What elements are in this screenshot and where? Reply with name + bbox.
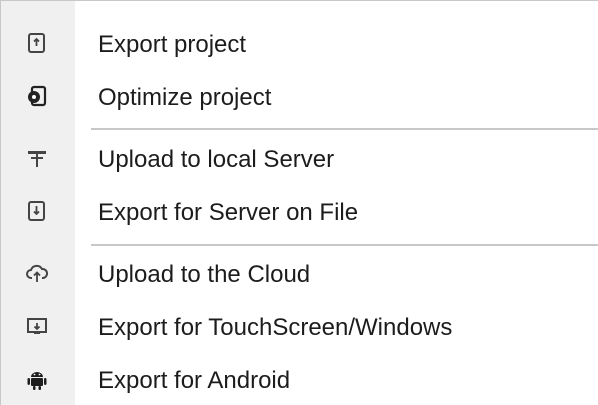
- context-menu: Export project Optimize project Upload t…: [0, 0, 598, 405]
- menu-item-optimize-project[interactable]: Optimize project: [1, 71, 598, 125]
- menu-separator: [91, 128, 598, 130]
- local-server-icon: [26, 146, 48, 170]
- android-icon: [26, 367, 48, 391]
- menu-item-label: Upload to the Cloud: [98, 261, 311, 288]
- menu-item-label: Export for TouchScreen/Windows: [98, 314, 453, 341]
- menu-item-label: Optimize project: [98, 84, 272, 111]
- menu-item-label: Export project: [98, 31, 247, 58]
- menu-item-export-project[interactable]: Export project: [1, 18, 598, 72]
- touchscreen-icon: [26, 314, 48, 338]
- export-file-icon: [26, 199, 48, 223]
- menu-separator: [91, 244, 598, 246]
- cloud-upload-icon: [26, 261, 48, 285]
- menu-item-export-android[interactable]: Export for Android: [1, 354, 598, 405]
- export-project-icon: [26, 31, 48, 55]
- menu-item-label: Upload to local Server: [98, 146, 335, 173]
- menu-item-upload-local-server[interactable]: Upload to local Server: [1, 133, 598, 187]
- menu-item-export-server-file[interactable]: Export for Server on File: [1, 186, 598, 240]
- menu-item-upload-cloud[interactable]: Upload to the Cloud: [1, 248, 598, 302]
- menu-item-label: Export for Server on File: [98, 199, 359, 226]
- optimize-project-icon: [26, 84, 48, 108]
- menu-item-label: Export for Android: [98, 367, 291, 394]
- menu-item-export-touchscreen[interactable]: Export for TouchScreen/Windows: [1, 301, 598, 355]
